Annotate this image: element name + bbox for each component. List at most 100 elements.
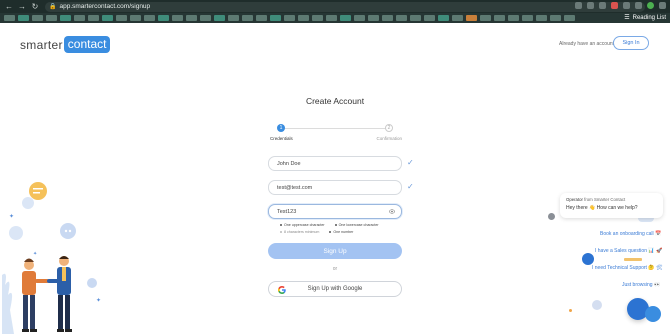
chat-bubble-icon: [60, 223, 76, 239]
bookmark-item[interactable]: [4, 15, 15, 21]
bookmark-item[interactable]: [270, 15, 281, 21]
bookmark-item[interactable]: [480, 15, 491, 21]
share-icon[interactable]: [587, 2, 594, 9]
sign-up-button[interactable]: Sign Up: [268, 243, 402, 259]
bookmark-item[interactable]: [88, 15, 99, 21]
bookmark-item[interactable]: [368, 15, 379, 21]
operator-company: from Smarter Contact: [584, 197, 626, 202]
forward-icon[interactable]: →: [18, 2, 26, 11]
key-icon[interactable]: [575, 2, 582, 9]
chat-bubble-icon: [29, 182, 47, 200]
quick-reply-browsing[interactable]: Just browsing 👀: [622, 282, 660, 288]
bookmarks-bar: ☰ Reading List: [0, 13, 670, 23]
bookmark-item[interactable]: [508, 15, 519, 21]
bookmark-item[interactable]: [18, 15, 29, 21]
bookmark-item[interactable]: [228, 15, 239, 21]
bookmark-item[interactable]: [522, 15, 533, 21]
quick-reply-sales[interactable]: I have a Sales question 📊 🚀: [595, 248, 662, 254]
chat-greeting-bubble[interactable]: Operator from Smarter Contact Hey there …: [560, 193, 663, 218]
bookmark-item[interactable]: [438, 15, 449, 21]
bookmark-item[interactable]: [494, 15, 505, 21]
decorative-line: [624, 258, 642, 261]
address-bar-url: app.smartercontact.com/signup: [59, 3, 151, 10]
sign-up-with-google-button[interactable]: Sign Up with Google: [268, 281, 402, 297]
bookmark-item[interactable]: [298, 15, 309, 21]
bookmark-item[interactable]: [410, 15, 421, 21]
rule-number: One number: [329, 230, 353, 234]
bookmark-item[interactable]: [466, 15, 477, 21]
extension-icon[interactable]: [635, 2, 642, 9]
chat-bubble-icon: [9, 226, 23, 240]
svg-text:✦: ✦: [96, 297, 101, 304]
name-valid-check-icon: ✓: [407, 158, 414, 167]
bookmark-item[interactable]: [354, 15, 365, 21]
chat-bubble-icon: [22, 197, 34, 209]
signup-stepper: 1 2 Credentials Confirmation: [268, 124, 402, 144]
bookmark-item[interactable]: [172, 15, 183, 21]
menu-icon[interactable]: [659, 2, 666, 9]
bookmark-item[interactable]: [326, 15, 337, 21]
rule-lowercase: One lowercase character: [335, 223, 379, 227]
bookmark-star-icon[interactable]: [599, 2, 606, 9]
page-title: Create Account: [305, 96, 365, 106]
extension-icon[interactable]: [611, 2, 618, 9]
bookmark-item[interactable]: [74, 15, 85, 21]
reading-list-button[interactable]: ☰ Reading List: [618, 14, 666, 21]
bookmark-item[interactable]: [340, 15, 351, 21]
show-password-eye-icon[interactable]: [389, 209, 395, 214]
rule-min-length: 8 characters minimum: [280, 230, 319, 234]
bookmark-item[interactable]: [158, 15, 169, 21]
bookmark-item[interactable]: [60, 15, 71, 21]
email-valid-check-icon: ✓: [407, 182, 414, 191]
sign-in-button[interactable]: Sign In: [613, 36, 649, 50]
google-button-label: Sign Up with Google: [307, 286, 363, 292]
bookmark-item[interactable]: [214, 15, 225, 21]
bookmark-item[interactable]: [564, 15, 575, 21]
address-bar[interactable]: 🔒 app.smartercontact.com/signup: [45, 1, 645, 12]
password-field[interactable]: Test123: [268, 204, 402, 219]
decorative-chat-icon: [592, 300, 602, 310]
chat-bubble-icon: [87, 278, 97, 288]
brand-logo[interactable]: smarter contact: [20, 36, 111, 53]
back-icon[interactable]: ←: [5, 2, 13, 11]
operator-name: Operator: [566, 197, 583, 202]
decorative-dot: [569, 309, 572, 312]
bookmark-item[interactable]: [256, 15, 267, 21]
bookmark-item[interactable]: [242, 15, 253, 21]
step-indicator-credentials: 1: [277, 124, 285, 132]
quick-reply-onboarding[interactable]: Book an onboarding call 📅: [600, 231, 661, 237]
bookmark-item[interactable]: [550, 15, 561, 21]
profile-avatar-icon[interactable]: [647, 2, 654, 9]
quick-reply-support[interactable]: I need Technical Support 🤔 🛠: [592, 265, 662, 271]
full-name-field[interactable]: John Doe: [268, 156, 402, 171]
bookmark-item[interactable]: [46, 15, 57, 21]
operator-avatar: [547, 212, 556, 221]
step-label-credentials: Credentials: [270, 136, 293, 141]
bookmark-item[interactable]: [284, 15, 295, 21]
person-right: [47, 256, 72, 332]
bookmark-item[interactable]: [382, 15, 393, 21]
bookmark-item[interactable]: [130, 15, 141, 21]
svg-text:✦: ✦: [33, 251, 37, 257]
logo-word-smarter: smarter: [20, 37, 63, 52]
email-field[interactable]: test@test.com: [268, 180, 402, 195]
reload-icon[interactable]: ↻: [31, 2, 39, 11]
bookmark-item[interactable]: [396, 15, 407, 21]
or-divider: or: [332, 266, 338, 272]
extension-icon[interactable]: [623, 2, 630, 9]
chat-open-icon[interactable]: [645, 306, 661, 322]
bookmark-item[interactable]: [312, 15, 323, 21]
bookmark-item[interactable]: [116, 15, 127, 21]
bookmark-item[interactable]: [200, 15, 211, 21]
bookmark-item[interactable]: [424, 15, 435, 21]
chat-greeting-text: Hey there 👋 How can we help?: [566, 205, 638, 211]
bookmark-item[interactable]: [536, 15, 547, 21]
person-left: [22, 258, 49, 332]
step-indicator-confirmation: 2: [385, 124, 393, 132]
bookmark-item[interactable]: [102, 15, 113, 21]
bookmark-item[interactable]: [186, 15, 197, 21]
bookmark-item[interactable]: [452, 15, 463, 21]
svg-text:✦: ✦: [9, 213, 14, 220]
bookmark-item[interactable]: [32, 15, 43, 21]
bookmark-item[interactable]: [144, 15, 155, 21]
